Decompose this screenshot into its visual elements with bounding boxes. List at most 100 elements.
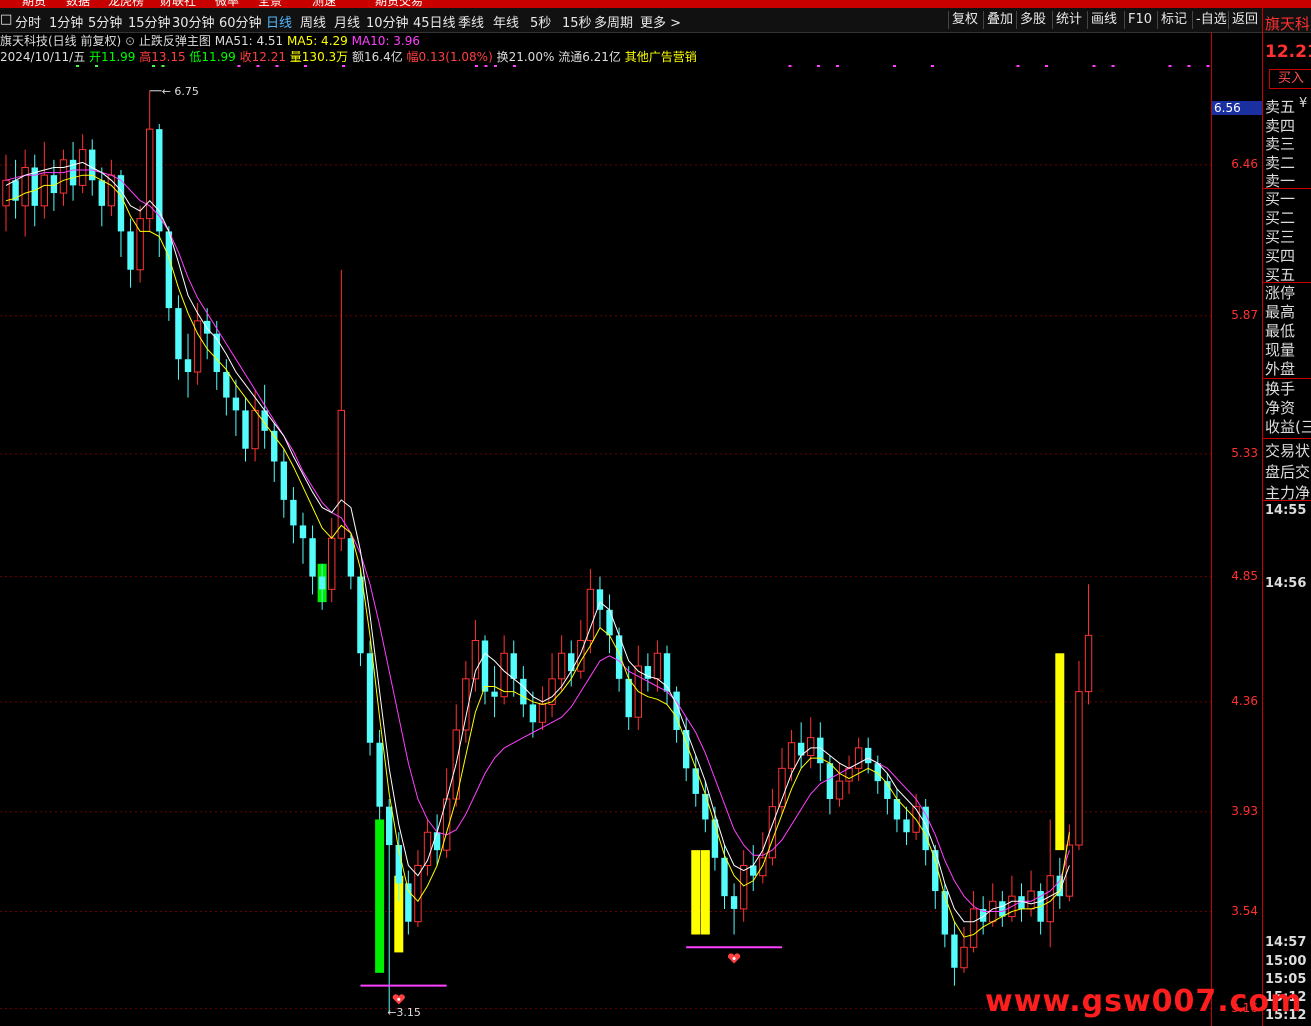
candle-body — [251, 409, 259, 450]
tab-0[interactable]: 分时 — [15, 12, 41, 31]
tab-14[interactable]: 15秒 — [562, 12, 592, 31]
tab-1[interactable]: 1分钟 — [49, 12, 83, 31]
signal-dot — [513, 65, 516, 67]
candle-14 — [136, 205, 144, 283]
candle-body — [865, 747, 872, 764]
candle-94 — [903, 806, 910, 846]
candle-body — [835, 780, 844, 800]
candle-body — [21, 166, 29, 207]
tab-12[interactable]: 年线 — [493, 12, 519, 31]
indicator-toggle-icon[interactable]: ⊙ — [125, 34, 135, 48]
tab-9[interactable]: 10分钟 — [366, 12, 409, 31]
candle-67 — [644, 653, 652, 692]
signal-dot — [1016, 65, 1020, 67]
top-menu-item-3[interactable]: 财联社 — [160, 0, 196, 8]
candle-body — [491, 691, 498, 697]
candle-91 — [874, 755, 881, 794]
candle-body — [328, 537, 336, 590]
signal-dot — [893, 65, 896, 67]
tab-16[interactable]: 更多 > — [640, 12, 681, 31]
candle-body — [778, 767, 786, 808]
toolbar-btn-1[interactable]: 叠加 — [983, 11, 1016, 29]
candle-body — [903, 819, 910, 833]
candle-body — [357, 576, 364, 654]
candle-69 — [663, 645, 671, 705]
tab-10[interactable]: 45日线 — [413, 12, 456, 31]
candle-body — [184, 359, 192, 373]
stat3-1: 盘后交 — [1265, 463, 1311, 481]
signal-dot — [1206, 65, 1210, 67]
toolbar-btn-4[interactable]: 画线 — [1087, 11, 1120, 29]
top-menu-item-2[interactable]: 龙虎榜 — [108, 0, 144, 8]
tab-7[interactable]: 周线 — [300, 12, 326, 31]
candle-57 — [548, 653, 556, 718]
candle-25 — [242, 397, 249, 462]
candle-29 — [280, 448, 288, 518]
candle-body — [1075, 691, 1083, 846]
tab-3[interactable]: 15分钟 — [128, 12, 171, 31]
candle-54 — [520, 666, 527, 718]
top-menu-item-6[interactable]: 测速 — [312, 0, 336, 8]
tab-11[interactable]: 季线 — [458, 12, 484, 31]
tab-6[interactable]: 日线 — [266, 12, 292, 31]
toolbar-btn-7[interactable]: -自选 — [1192, 11, 1230, 29]
candle-body — [232, 397, 240, 411]
candle-18 — [175, 295, 182, 380]
tab-15[interactable]: 多周期 — [594, 12, 633, 31]
quote-open: 开11.99 — [89, 50, 136, 64]
signal-dot — [1187, 65, 1191, 67]
candle-body — [290, 499, 297, 526]
candle-4 — [40, 141, 49, 219]
candle-0 — [2, 154, 10, 232]
candlestick-chart[interactable]: ← 6.75←3.15◇ — [0, 64, 1211, 1026]
top-menu-item-5[interactable]: 全景 — [258, 0, 282, 8]
signal-dot — [76, 65, 79, 67]
signal-dot — [1168, 65, 1172, 67]
signal-bar-0 — [375, 819, 385, 973]
quote-sector[interactable]: 其他广告营销 — [625, 50, 697, 64]
stat2-0: 换手 — [1265, 380, 1296, 398]
candle-body — [529, 704, 537, 723]
signal-dot — [342, 65, 345, 67]
quote-close: 收12.21 — [239, 50, 286, 64]
toolbar-btn-2[interactable]: 多股 — [1016, 11, 1049, 29]
tab-5[interactable]: 60分钟 — [219, 12, 262, 31]
candle-76 — [730, 883, 738, 935]
candle-78 — [750, 845, 757, 892]
top-menu-item-4[interactable]: 微率 — [215, 0, 239, 8]
candle-60 — [577, 620, 585, 679]
signal-dot — [256, 65, 260, 67]
candle-body — [40, 174, 49, 207]
heart-dot — [397, 997, 401, 1001]
candle-body — [510, 653, 517, 679]
candle-body — [117, 175, 125, 232]
toolbar-btn-6[interactable]: 标记 — [1157, 11, 1190, 29]
axis-label-4: 4.36 — [1231, 693, 1258, 708]
top-menu-item-0[interactable]: 期货 — [22, 0, 46, 8]
signal-dot — [152, 65, 155, 67]
top-menu-item-1[interactable]: 数据 — [66, 0, 90, 8]
tab-8[interactable]: 月线 — [334, 12, 360, 31]
candle-99 — [951, 921, 958, 986]
stock-title: 旗天科技(日线 前复权) — [0, 34, 122, 48]
signal-dot — [237, 65, 241, 67]
buy-button[interactable]: 买入 — [1269, 69, 1311, 89]
signal-dot-row — [76, 65, 1210, 67]
tab-square-icon[interactable]: □ — [0, 12, 12, 27]
ma5-value: MA5: 4.29 — [287, 34, 348, 48]
toolbar-btn-3[interactable]: 统计 — [1052, 11, 1085, 29]
candle-65 — [625, 666, 632, 730]
trade-time-0: 14:55 — [1265, 503, 1307, 518]
tab-13[interactable]: 5秒 — [530, 12, 551, 31]
tab-4[interactable]: 30分钟 — [172, 12, 215, 31]
candle-body — [625, 678, 632, 718]
buy-level-1: 买二 — [1265, 209, 1296, 227]
toolbar-btn-8[interactable]: 返回 — [1228, 11, 1261, 29]
toolbar-btn-5[interactable]: F10 — [1124, 11, 1155, 29]
top-menu-item-7[interactable]: 期货交易 — [375, 0, 423, 8]
toolbar-btn-0[interactable]: 复权 — [948, 11, 981, 29]
tab-2[interactable]: 5分钟 — [88, 12, 122, 31]
candle-112 — [1075, 660, 1083, 851]
ma51-value: MA51: 4.51 — [214, 34, 284, 48]
candle-15 — [146, 90, 154, 232]
